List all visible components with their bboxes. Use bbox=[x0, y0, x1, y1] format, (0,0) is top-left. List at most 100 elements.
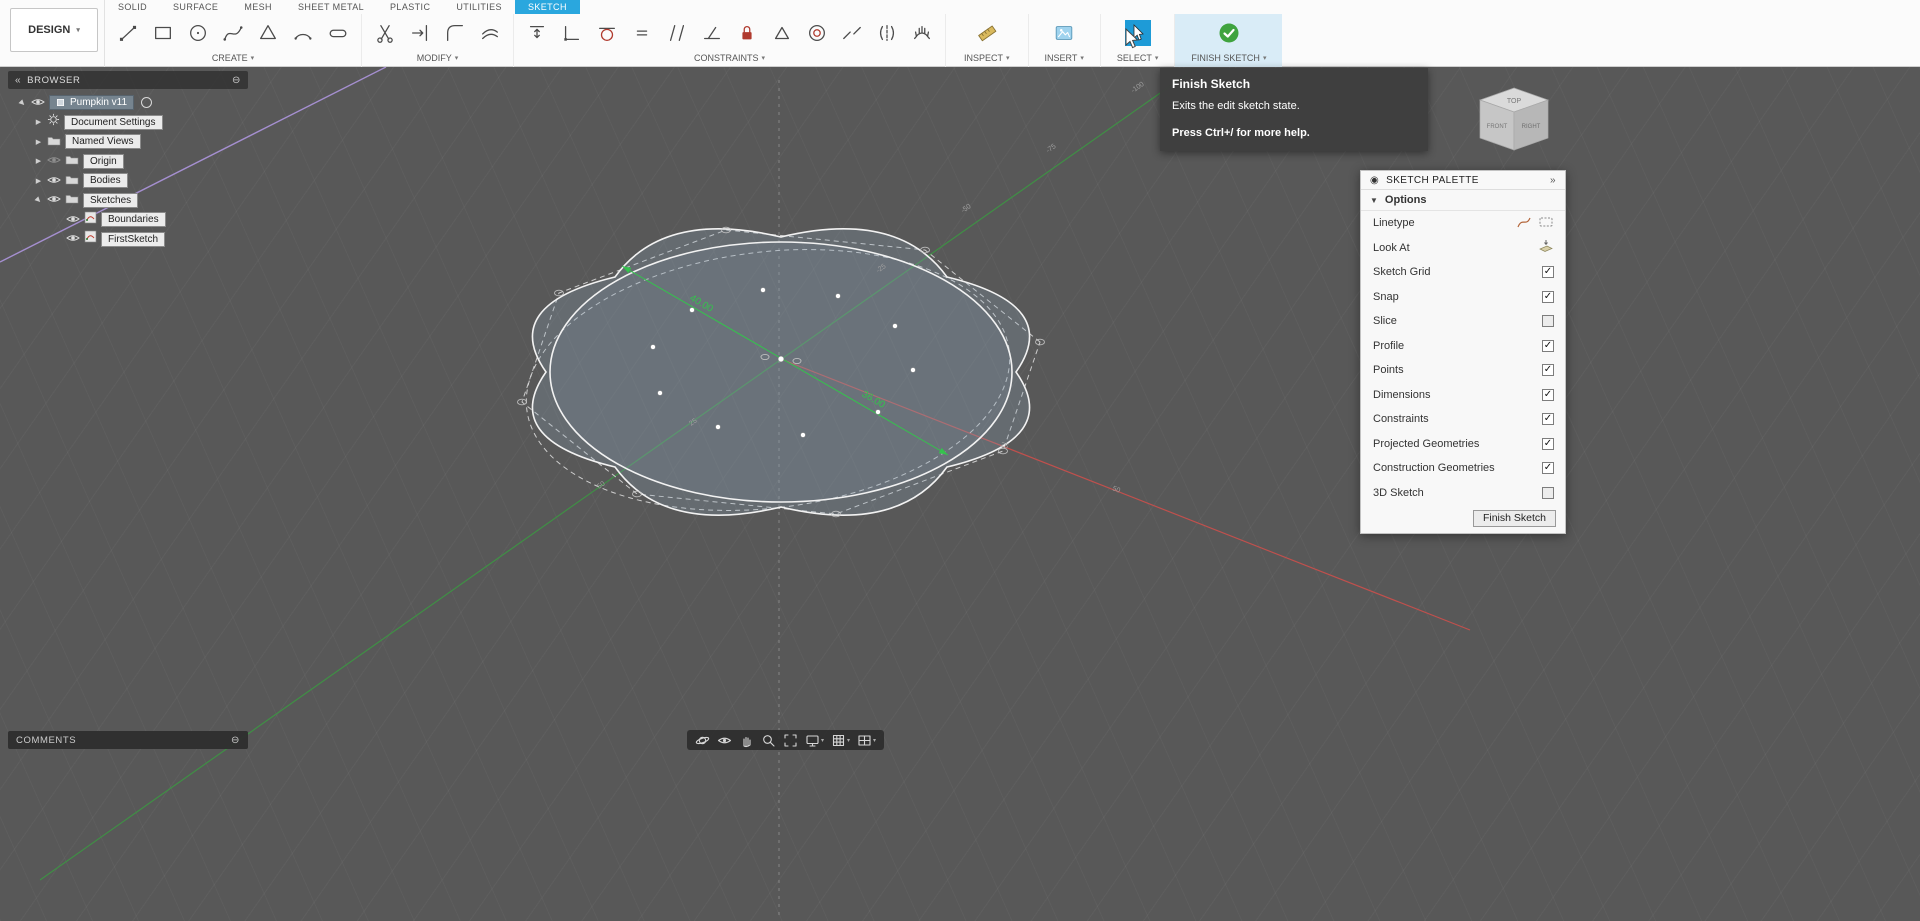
sketch-dimension-button[interactable] bbox=[524, 20, 550, 46]
collinear-constraint-button[interactable] bbox=[839, 20, 865, 46]
tree-expand-arrow[interactable]: ▶ bbox=[34, 177, 43, 185]
constraints-checkbox[interactable] bbox=[1542, 413, 1554, 425]
construction-geometries-checkbox[interactable] bbox=[1542, 462, 1554, 474]
tree-expand-arrow[interactable]: ▶ bbox=[34, 157, 43, 165]
eye-icon[interactable] bbox=[47, 191, 61, 209]
snap-checkbox[interactable] bbox=[1542, 291, 1554, 303]
tree-item-label: Named Views bbox=[65, 134, 141, 149]
concentric-icon bbox=[806, 22, 828, 44]
tree-expand-arrow[interactable]: ▶ bbox=[32, 194, 44, 206]
tree-item[interactable]: Boundaries bbox=[8, 210, 248, 230]
symmetry-constraint-button[interactable] bbox=[874, 20, 900, 46]
3d-sketch-checkbox[interactable] bbox=[1542, 487, 1554, 499]
tree-item[interactable]: ▶ Document Settings bbox=[8, 113, 248, 133]
palette-header[interactable]: ◉ SKETCH PALETTE » bbox=[1361, 171, 1565, 190]
tab-sheet-metal[interactable]: SHEET METAL bbox=[285, 0, 377, 14]
options-section-header[interactable]: ▼ Options bbox=[1361, 190, 1565, 211]
select-dropdown[interactable]: SELECT▾ bbox=[1117, 52, 1159, 64]
zoom-button[interactable] bbox=[759, 733, 778, 748]
activate-radio-button[interactable] bbox=[141, 97, 152, 108]
comments-panel[interactable]: COMMENTS ⊖ bbox=[8, 731, 248, 749]
constraints-dropdown[interactable]: CONSTRAINTS▾ bbox=[524, 52, 935, 64]
trim-tool-button[interactable] bbox=[372, 20, 398, 46]
pan-hand-icon bbox=[739, 733, 754, 748]
inspect-dropdown[interactable]: INSPECT▾ bbox=[964, 52, 1010, 64]
look-at-button[interactable] bbox=[715, 733, 734, 748]
fillet-tool-button[interactable] bbox=[442, 20, 468, 46]
modify-dropdown[interactable]: MODIFY▾ bbox=[372, 52, 503, 64]
tab-utilities[interactable]: UTILITIES bbox=[443, 0, 515, 14]
minimize-icon[interactable]: ⊖ bbox=[231, 735, 240, 746]
finish-sketch-dropdown[interactable]: FINISH SKETCH▾ bbox=[1191, 52, 1266, 64]
line-tool-button[interactable] bbox=[115, 20, 141, 46]
look-at-icon[interactable] bbox=[1538, 238, 1554, 257]
eye-icon[interactable] bbox=[47, 152, 61, 170]
equal-constraint-button[interactable] bbox=[629, 20, 655, 46]
pan-button[interactable] bbox=[737, 733, 756, 748]
orbit-button[interactable] bbox=[693, 733, 712, 748]
create-dropdown[interactable]: CREATE▾ bbox=[115, 52, 351, 64]
eye-icon[interactable] bbox=[47, 172, 61, 190]
eye-icon[interactable] bbox=[66, 230, 80, 248]
polygon-tool-button[interactable] bbox=[255, 20, 281, 46]
tree-item[interactable]: ▶ Named Views bbox=[8, 132, 248, 152]
insert-image-button[interactable] bbox=[1051, 20, 1077, 46]
tree-expand-arrow[interactable]: ▶ bbox=[16, 97, 28, 109]
sketch-palette: ◉ SKETCH PALETTE » ▼ Options Linetype Lo… bbox=[1360, 170, 1566, 534]
tab-solid[interactable]: SOLID bbox=[105, 0, 160, 14]
concentric-constraint-button[interactable] bbox=[804, 20, 830, 46]
tree-item[interactable]: ▶ Origin bbox=[8, 152, 248, 172]
slot-tool-button[interactable] bbox=[325, 20, 351, 46]
tab-mesh[interactable]: MESH bbox=[231, 0, 285, 14]
tree-item-root[interactable]: ▶ Pumpkin v11 bbox=[8, 93, 248, 113]
spline-tool-button[interactable] bbox=[220, 20, 246, 46]
projected-geometries-checkbox[interactable] bbox=[1542, 438, 1554, 450]
extend-tool-button[interactable] bbox=[407, 20, 433, 46]
measure-tool-button[interactable] bbox=[974, 20, 1000, 46]
grid-snaps-button[interactable]: ▾ bbox=[829, 733, 852, 748]
linetype-construction-icon[interactable] bbox=[1538, 214, 1554, 233]
finish-sketch-button[interactable] bbox=[1216, 20, 1242, 46]
rectangle-tool-button[interactable] bbox=[150, 20, 176, 46]
tree-item[interactable]: FirstSketch bbox=[8, 230, 248, 250]
select-tool-button[interactable] bbox=[1125, 20, 1151, 46]
view-cube[interactable]: TOP FRONT RIGHT bbox=[1468, 76, 1560, 165]
collapse-left-icon[interactable]: « bbox=[15, 75, 21, 86]
tab-plastic[interactable]: PLASTIC bbox=[377, 0, 443, 14]
tree-item[interactable]: ▶ Bodies bbox=[8, 171, 248, 191]
fit-button[interactable] bbox=[781, 733, 800, 748]
tab-surface[interactable]: SURFACE bbox=[160, 0, 231, 14]
model-canvas[interactable] bbox=[0, 67, 1920, 921]
slice-checkbox[interactable] bbox=[1542, 315, 1554, 327]
profile-checkbox[interactable] bbox=[1542, 340, 1554, 352]
viewports-button[interactable]: ▾ bbox=[855, 733, 878, 748]
arc-tool-button[interactable] bbox=[290, 20, 316, 46]
circle-tool-button[interactable] bbox=[185, 20, 211, 46]
eye-icon[interactable] bbox=[31, 94, 45, 112]
parallel-icon bbox=[666, 22, 688, 44]
browser-header[interactable]: « BROWSER ⊖ bbox=[8, 71, 248, 89]
insert-dropdown[interactable]: INSERT▾ bbox=[1045, 52, 1084, 64]
perpendicular-constraint-button[interactable] bbox=[699, 20, 725, 46]
tree-expand-arrow[interactable]: ▶ bbox=[34, 118, 43, 126]
offset-tool-button[interactable] bbox=[477, 20, 503, 46]
tab-sketch[interactable]: SKETCH bbox=[515, 0, 580, 14]
minimize-icon[interactable]: ⊖ bbox=[232, 75, 241, 86]
tree-item[interactable]: ▶ Sketches bbox=[8, 191, 248, 211]
collapse-right-icon[interactable]: » bbox=[1550, 175, 1556, 186]
tangent-constraint-button[interactable] bbox=[594, 20, 620, 46]
design-menu-button[interactable]: DESIGN ▾ bbox=[10, 8, 98, 52]
fix-constraint-button[interactable] bbox=[734, 20, 760, 46]
eye-icon[interactable] bbox=[66, 211, 80, 229]
parallel-constraint-button[interactable] bbox=[664, 20, 690, 46]
midpoint-constraint-button[interactable] bbox=[769, 20, 795, 46]
linetype-normal-icon[interactable] bbox=[1516, 214, 1532, 233]
finish-sketch-palette-button[interactable]: Finish Sketch bbox=[1473, 510, 1556, 527]
points-checkbox[interactable] bbox=[1542, 364, 1554, 376]
sketch-grid-checkbox[interactable] bbox=[1542, 266, 1554, 278]
tree-expand-arrow[interactable]: ▶ bbox=[34, 138, 43, 146]
dimensions-checkbox[interactable] bbox=[1542, 389, 1554, 401]
curvature-constraint-button[interactable] bbox=[909, 20, 935, 46]
horizontal-vertical-constraint-button[interactable] bbox=[559, 20, 585, 46]
display-settings-button[interactable]: ▾ bbox=[803, 733, 826, 748]
